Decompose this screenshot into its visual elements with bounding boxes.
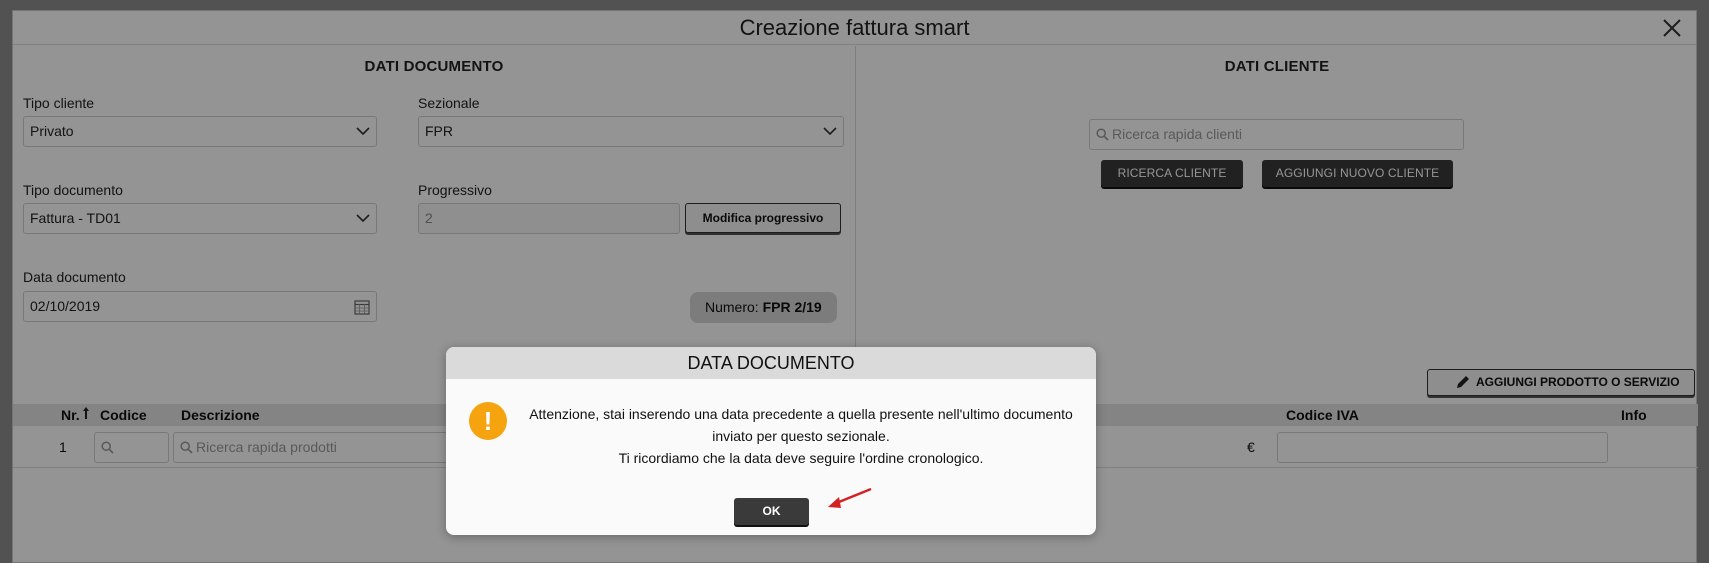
dialog-message-line-1: Attenzione, stai inserendo una data prec… bbox=[529, 406, 1073, 422]
dialog-title: DATA DOCUMENTO bbox=[446, 347, 1096, 379]
data-documento-dialog: DATA DOCUMENTO ! Attenzione, stai insere… bbox=[446, 347, 1096, 535]
dialog-message-line-3: Ti ricordiamo che la data deve seguire l… bbox=[618, 450, 984, 466]
dialog-message-line-2: inviato per questo sezionale. bbox=[712, 428, 890, 444]
ok-button[interactable]: OK bbox=[734, 498, 809, 525]
warning-icon: ! bbox=[469, 402, 507, 440]
dialog-message: Attenzione, stai inserendo una data prec… bbox=[516, 403, 1086, 469]
annotation-arrow-icon bbox=[828, 487, 872, 508]
